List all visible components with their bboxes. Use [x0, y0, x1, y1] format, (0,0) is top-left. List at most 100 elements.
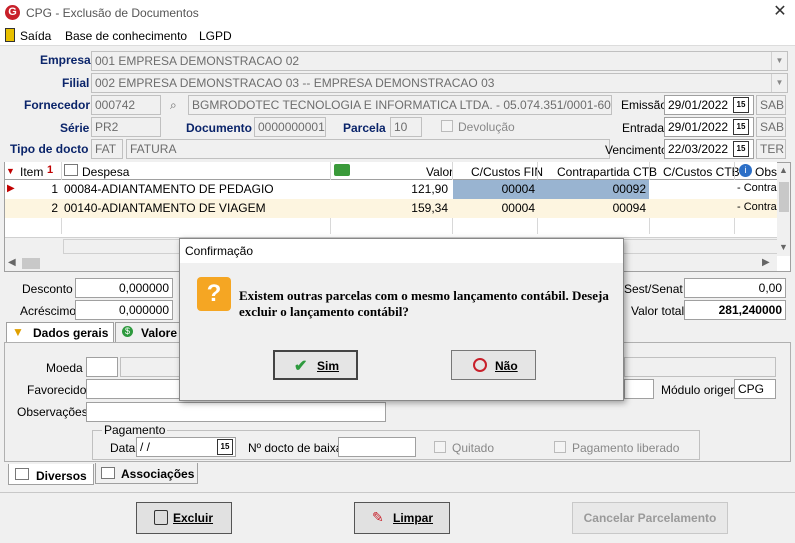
acrescimo-label: Acréscimo — [20, 304, 77, 318]
row1-contrapartida: 00092 — [612, 182, 646, 196]
money-icon — [334, 164, 350, 176]
header-ccfin[interactable]: C/Custos FIN — [471, 165, 543, 179]
quitado-checkbox[interactable] — [434, 441, 446, 453]
dialog-message-line1: Existem outras parcelas com o mesmo lanç… — [239, 288, 609, 303]
pagamento-label: Pagamento — [102, 423, 168, 437]
app-logo-icon: G — [5, 5, 20, 20]
emissao-weekday: SAB — [756, 95, 786, 115]
vencimento-weekday: TER — [756, 139, 786, 159]
moeda-name — [120, 357, 180, 377]
header-contrapartida[interactable]: Contrapartida CTB — [557, 165, 657, 179]
header-item[interactable]: Item — [20, 165, 43, 179]
sort-arrow-icon: ▼ — [6, 166, 15, 176]
sest-senat-label: Sest/Senat — [624, 282, 683, 296]
exit-door-icon — [5, 28, 15, 42]
moeda-extra — [624, 357, 776, 377]
observacoes-label: Observações — [17, 405, 88, 419]
chevron-down-icon[interactable]: ▼ — [771, 74, 787, 92]
fornecedor-code[interactable]: 000742 — [91, 95, 161, 115]
desconto-label: Desconto — [22, 282, 73, 296]
prohibited-icon — [473, 358, 487, 372]
confirmation-dialog: Confirmação ? Existem outras parcelas co… — [179, 238, 624, 401]
broom-icon: ✎ — [372, 509, 384, 525]
desconto-field[interactable]: 0,000000 — [75, 278, 173, 298]
menu-lgpd[interactable]: LGPD — [199, 29, 232, 43]
row2-despesa: 00140-ADIANTAMENTO DE VIAGEM — [64, 201, 266, 215]
parcela-label: Parcela — [343, 121, 386, 135]
chevron-down-icon[interactable]: ▼ — [771, 52, 787, 70]
check-icon: ✔ — [294, 358, 308, 375]
dialog-title: Confirmação — [180, 239, 623, 263]
sort-order-icon: 1 — [47, 164, 54, 176]
scroll-thumb[interactable] — [22, 258, 40, 269]
sim-label: Sim — [317, 359, 340, 373]
trash-icon — [154, 510, 168, 525]
nao-button[interactable] — [451, 350, 536, 380]
quitado-label: Quitado — [452, 441, 495, 455]
edit-icon — [64, 164, 78, 176]
dialog-message-line2: excluir o lançamento contábil? — [239, 304, 409, 319]
pagamento-liberado-checkbox[interactable] — [554, 441, 566, 453]
menu-base-conhecimento[interactable]: Base de conhecimento — [65, 29, 187, 43]
cancelar-parcelamento-label: Cancelar Parcelamento — [583, 511, 717, 525]
acrescimo-field[interactable]: 0,000000 — [75, 300, 173, 320]
vencimento-label: Vencimento — [605, 143, 668, 157]
entrada-weekday: SAB — [756, 117, 786, 137]
sest-senat-field[interactable]: 0,00 — [684, 278, 786, 298]
binoculars-icon[interactable]: ⌕ — [170, 98, 177, 113]
devolucao-checkbox[interactable] — [441, 120, 453, 132]
valor-total-label: Valor total — [631, 304, 685, 318]
tab-dados-gerais-label: Dados gerais — [33, 326, 109, 340]
row1-despesa: 00084-ADIANTAMENTO DE PEDAGIO — [64, 182, 274, 196]
scroll-thumb[interactable] — [779, 182, 789, 212]
moeda-code[interactable] — [86, 357, 118, 377]
link-icon — [101, 467, 115, 479]
calendar-icon[interactable]: 15 — [733, 97, 749, 113]
scroll-up-icon[interactable]: ▲ — [779, 165, 788, 175]
scroll-down-icon[interactable]: ▼ — [779, 242, 788, 252]
header-despesa[interactable]: Despesa — [82, 165, 129, 179]
close-button[interactable]: ✕ — [770, 2, 790, 22]
nao-label: Não — [495, 359, 518, 373]
filial-label: Filial — [62, 76, 90, 90]
empresa-label: Empresa — [40, 53, 91, 67]
ndocto-baixa-field[interactable] — [338, 437, 416, 457]
limpar-label: Limpar — [393, 511, 434, 525]
tab-diversos-label: Diversos — [36, 469, 87, 483]
row2-ccfin: 00004 — [501, 201, 535, 215]
modulo-origem-field[interactable]: CPG — [734, 379, 776, 399]
fornecedor-name: BGMRODOTEC TECNOLOGIA E INFORMATICA LTDA… — [188, 95, 612, 115]
calendar-icon[interactable]: 15 — [733, 119, 749, 135]
dollar-icon: $ — [122, 326, 133, 337]
header-valor[interactable]: Valor — [426, 165, 453, 179]
favorecido-field[interactable] — [86, 379, 180, 399]
modulo-origem-label: Módulo origem — [661, 383, 741, 397]
pagamento-liberado-label: Pagamento liberado — [572, 441, 680, 455]
header-ccctb[interactable]: C/Custos CTB — [663, 165, 740, 179]
filial-select[interactable]: 002 EMPRESA DEMONSTRACAO 03 -- EMPRESA D… — [91, 73, 788, 93]
scroll-left-icon[interactable]: ◀ — [8, 257, 16, 268]
favorecido-label: Favorecido — [27, 383, 87, 397]
observacoes-field[interactable] — [86, 402, 386, 422]
filter-icon: ▼ — [12, 325, 24, 339]
parcela-field[interactable]: 10 — [390, 117, 422, 137]
question-icon: ? — [197, 277, 231, 311]
window-title: CPG - Exclusão de Documentos — [26, 6, 199, 20]
favorecido-extra[interactable] — [624, 379, 654, 399]
moeda-label: Moeda — [46, 361, 83, 375]
serie-field[interactable]: PR2 — [91, 117, 161, 137]
menu-saida[interactable]: Saída — [20, 29, 51, 43]
tipo-code[interactable]: FAT — [91, 139, 123, 159]
documento-field[interactable]: 0000000001 — [254, 117, 326, 137]
valor-total-field: 281,240000 — [684, 300, 786, 320]
ndocto-baixa-label: Nº docto de baixa — [248, 441, 343, 455]
sim-button[interactable] — [273, 350, 358, 380]
scroll-right-icon[interactable]: ▶ — [762, 257, 770, 268]
row2-contrapartida: 00094 — [612, 201, 646, 215]
calendar-icon[interactable]: 15 — [733, 141, 749, 157]
empresa-select[interactable]: 001 EMPRESA DEMONSTRACAO 02 — [91, 51, 788, 71]
header-obs[interactable]: Obs — [755, 165, 777, 179]
calendar-icon[interactable]: 15 — [217, 439, 233, 455]
row2-item: 2 — [51, 201, 58, 215]
entrada-label: Entrada — [622, 121, 665, 135]
